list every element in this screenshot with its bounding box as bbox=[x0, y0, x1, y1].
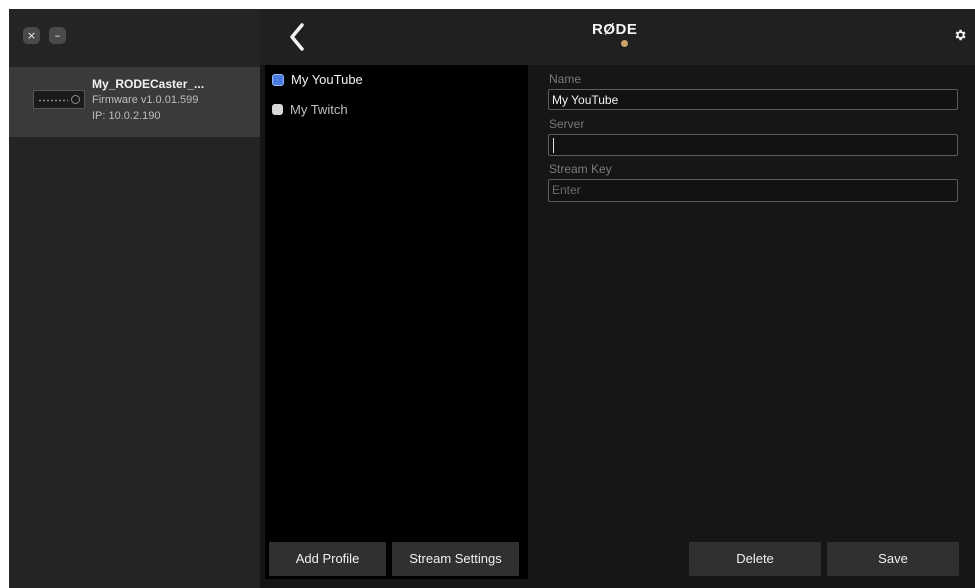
profile-label: My Twitch bbox=[290, 102, 348, 117]
profile-item-my-youtube[interactable]: My YouTube bbox=[272, 72, 363, 87]
server-label: Server bbox=[549, 117, 585, 131]
profile-list: My YouTube My Twitch bbox=[265, 65, 528, 579]
name-input[interactable]: My YouTube bbox=[548, 89, 958, 110]
back-chevron-icon[interactable] bbox=[288, 22, 306, 52]
device-firmware: Firmware v1.0.01.599 bbox=[92, 94, 199, 106]
server-input[interactable] bbox=[548, 134, 958, 156]
rode-logo: RØDE bbox=[592, 21, 638, 38]
stream-settings-button[interactable]: Stream Settings bbox=[392, 542, 519, 576]
window-controls: × – bbox=[23, 27, 66, 44]
device-icon bbox=[33, 90, 85, 109]
status-dot-icon bbox=[621, 40, 628, 47]
delete-button[interactable]: Delete bbox=[689, 542, 821, 576]
stream-key-input[interactable]: Enter bbox=[548, 179, 958, 202]
stream-key-label: Stream Key bbox=[549, 162, 612, 176]
profile-label: My YouTube bbox=[291, 72, 363, 87]
gear-icon[interactable] bbox=[953, 28, 967, 42]
device-ip: IP: 10.0.2.190 bbox=[92, 110, 161, 122]
device-list-item[interactable]: My_RODECaster_... Firmware v1.0.01.599 I… bbox=[9, 67, 260, 137]
header-bar: RØDE bbox=[260, 9, 975, 65]
save-button[interactable]: Save bbox=[827, 542, 959, 576]
unselected-checkbox-icon[interactable] bbox=[272, 104, 283, 115]
profile-item-my-twitch[interactable]: My Twitch bbox=[272, 102, 348, 117]
name-label: Name bbox=[549, 72, 582, 86]
close-icon[interactable]: × bbox=[23, 27, 40, 44]
add-profile-button[interactable]: Add Profile bbox=[269, 542, 386, 576]
selected-checkbox-icon[interactable] bbox=[272, 73, 284, 86]
device-name: My_RODECaster_... bbox=[92, 77, 205, 91]
text-caret bbox=[553, 138, 554, 153]
device-sidebar: × – My_RODECaster_... Firmware v1.0.01.5… bbox=[9, 9, 260, 588]
minimize-icon[interactable]: – bbox=[49, 27, 66, 44]
